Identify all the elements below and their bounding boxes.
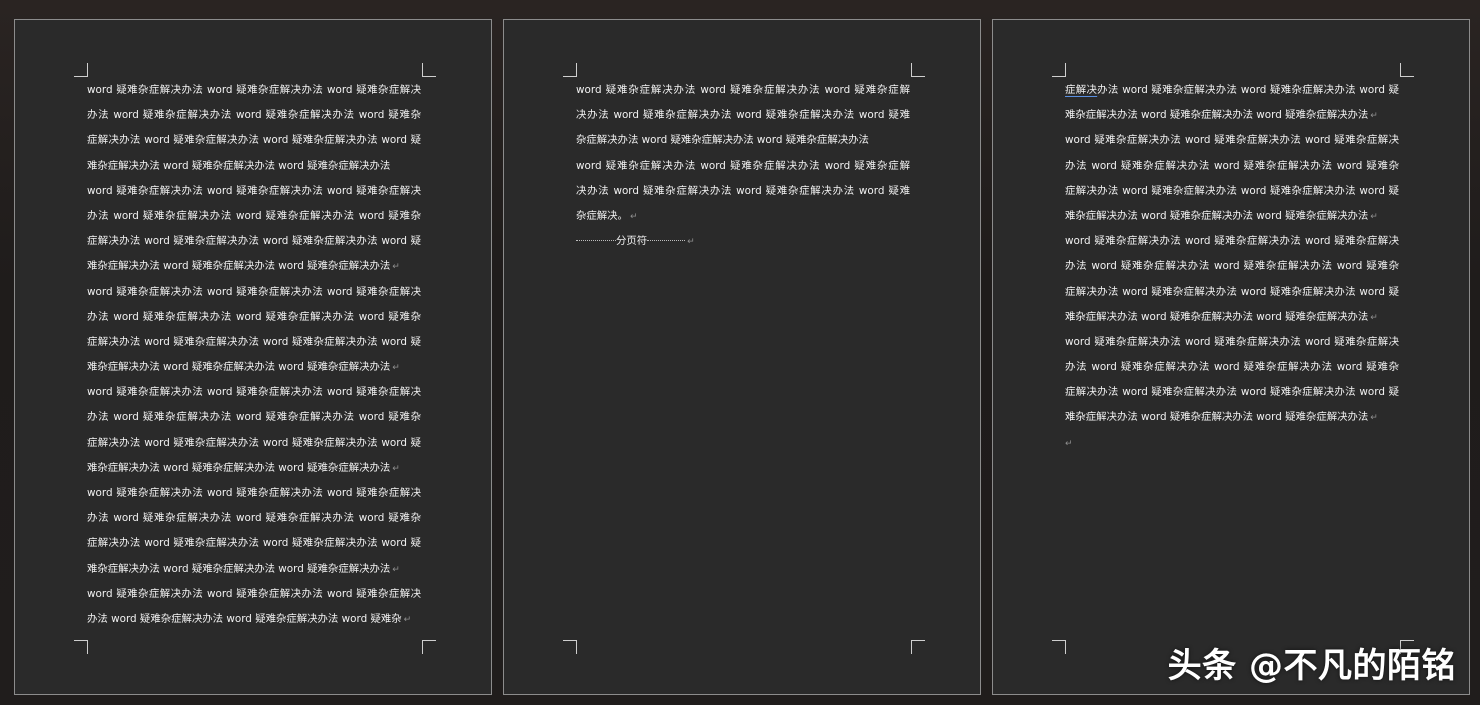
text-line[interactable]: word 疑难杂症解决办法 word 疑难杂症解决办法 word 疑难杂症解决 (1065, 330, 1399, 355)
line-text: 难杂症解决办法 word 疑难杂症解决办法 word 疑难杂症解决办法 (87, 361, 391, 374)
text-line[interactable]: 办法 word 疑难杂症解决办法 word 疑难杂症解决办法 word 疑难杂 ↵ (87, 607, 421, 632)
text-line[interactable]: 难杂症解决办法 word 疑难杂症解决办法 word 疑难杂症解决办法 ↵ (1065, 204, 1399, 229)
text-line[interactable]: 症解决办法 word 疑难杂症解决办法 word 疑难杂症解决办法 word 疑 (87, 531, 421, 556)
document-page-1: word 疑难杂症解决办法 word 疑难杂症解决办法 word 疑难杂症解决 … (14, 19, 492, 695)
page-break-dots-left (576, 239, 616, 241)
page-1-body-text[interactable]: word 疑难杂症解决办法 word 疑难杂症解决办法 word 疑难杂症解决 … (87, 78, 421, 632)
text-line[interactable]: 症解决办法 word 疑难杂症解决办法 word 疑难杂症解决办法 word 疑 (87, 431, 421, 456)
margin-corner-top-right (1400, 63, 1414, 77)
page-2-body-text[interactable]: word 疑难杂症解决办法 word 疑难杂症解决办法 word 疑难杂症解 决… (576, 78, 910, 254)
text-line[interactable]: 杂症解决办法 word 疑难杂症解决办法 word 疑难杂症解决办法 (576, 128, 910, 153)
text-line[interactable]: 办法 word 疑难杂症解决办法 word 疑难杂症解决办法 word 疑难杂 (87, 405, 421, 430)
page-break-marker[interactable]: 分页符 ↵ (576, 229, 910, 254)
text-line[interactable]: 办法 word 疑难杂症解决办法 word 疑难杂症解决办法 word 疑难杂 (87, 506, 421, 531)
margin-corner-top-right (422, 63, 436, 77)
text-line[interactable]: 难杂症解决办法 word 疑难杂症解决办法 word 疑难杂症解决办法 ↵ (1065, 405, 1399, 430)
text-line[interactable]: 症解决办法 word 疑难杂症解决办法 word 疑难杂症解决办法 word 疑 (87, 128, 421, 153)
margin-corner-top-right (911, 63, 925, 77)
text-line[interactable]: 办法 word 疑难杂症解决办法 word 疑难杂症解决办法 word 疑难杂 (1065, 254, 1399, 279)
page-break-label: 分页符 (616, 235, 648, 248)
line-text: 办法 word 疑难杂症解决办法 word 疑难杂症解决办法 word 疑 (1097, 84, 1400, 96)
text-line[interactable]: 难杂症解决办法 word 疑难杂症解决办法 word 疑难杂症解决办法 ↵ (87, 557, 421, 582)
text-line[interactable]: 症解决办法 word 疑难杂症解决办法 word 疑难杂症解决办法 word 疑 (87, 229, 421, 254)
paragraph-mark-icon: ↵ (1370, 413, 1378, 424)
document-page-3: 症解决办法 word 疑难杂症解决办法 word 疑难杂症解决办法 word 疑… (992, 19, 1470, 695)
margin-corner-top-left (563, 63, 577, 77)
text-line[interactable]: word 疑难杂症解决办法 word 疑难杂症解决办法 word 疑难杂症解决 (87, 280, 421, 305)
paragraph-mark-icon: ↵ (392, 262, 400, 273)
line-text: 难杂症解决办法 word 疑难杂症解决办法 word 疑难杂症解决办法 (87, 260, 391, 273)
watermark-text: 头条 @不凡的陌铭 (1167, 646, 1456, 686)
empty-paragraph[interactable]: ↵ (1065, 431, 1399, 456)
paragraph-mark-icon: ↵ (392, 463, 400, 474)
margin-corner-bottom-left (563, 640, 577, 654)
line-text: 难杂症解决办法 word 疑难杂症解决办法 word 疑难杂症解决办法 (1065, 209, 1369, 222)
page-break-dots-right (647, 239, 686, 241)
text-line[interactable]: 症解决办法 word 疑难杂症解决办法 word 疑难杂症解决办法 word 疑 (1065, 179, 1399, 204)
text-line[interactable]: 办法 word 疑难杂症解决办法 word 疑难杂症解决办法 word 疑难杂 (87, 103, 421, 128)
text-line[interactable]: word 疑难杂症解决办法 word 疑难杂症解决办法 word 疑难杂症解决 (87, 481, 421, 506)
text-line[interactable]: word 疑难杂症解决办法 word 疑难杂症解决办法 word 疑难杂症解决 (1065, 229, 1399, 254)
text-line[interactable]: 症解决办法 word 疑难杂症解决办法 word 疑难杂症解决办法 word 疑 (1065, 78, 1399, 103)
text-line[interactable]: 难杂症解决办法 word 疑难杂症解决办法 word 疑难杂症解决办法 ↵ (87, 355, 421, 380)
text-line[interactable]: word 疑难杂症解决办法 word 疑难杂症解决办法 word 疑难杂症解 (576, 154, 910, 179)
paragraph-mark-icon: ↵ (392, 564, 400, 575)
text-line[interactable]: 办法 word 疑难杂症解决办法 word 疑难杂症解决办法 word 疑难杂 (87, 305, 421, 330)
page-3-body-text[interactable]: 症解决办法 word 疑难杂症解决办法 word 疑难杂症解决办法 word 疑… (1065, 78, 1399, 456)
paragraph-mark-icon: ↵ (1065, 438, 1073, 449)
text-line[interactable]: word 疑难杂症解决办法 word 疑难杂症解决办法 word 疑难杂症解决 (1065, 128, 1399, 153)
line-text: 杂症解决办法 word 疑难杂症解决办法 word 疑难杂症解决办法 (576, 134, 869, 147)
text-line[interactable]: 决办法 word 疑难杂症解决办法 word 疑难杂症解决办法 word 疑难 (576, 103, 910, 128)
line-text: 难杂症解决办法 word 疑难杂症解决办法 word 疑难杂症解决办法 (1065, 411, 1369, 424)
line-text: 难杂症解决办法 word 疑难杂症解决办法 word 疑难杂症解决办法 (1065, 109, 1369, 122)
margin-corner-top-left (74, 63, 88, 77)
text-line[interactable]: 办法 word 疑难杂症解决办法 word 疑难杂症解决办法 word 疑难杂 (1065, 154, 1399, 179)
text-line[interactable]: 难杂症解决办法 word 疑难杂症解决办法 word 疑难杂症解决办法 ↵ (87, 456, 421, 481)
line-text: 难杂症解决办法 word 疑难杂症解决办法 word 疑难杂症解决办法 (87, 461, 391, 474)
paragraph-mark-icon: ↵ (403, 614, 412, 625)
text-line[interactable]: 症解决办法 word 疑难杂症解决办法 word 疑难杂症解决办法 word 疑 (87, 330, 421, 355)
text-line[interactable]: word 疑难杂症解决办法 word 疑难杂症解决办法 word 疑难杂症解决 (87, 380, 421, 405)
text-line[interactable]: 办法 word 疑难杂症解决办法 word 疑难杂症解决办法 word 疑难杂 (87, 204, 421, 229)
text-line[interactable]: 杂症解决。 ↵ (576, 204, 910, 229)
margin-corner-bottom-left (1052, 640, 1066, 654)
text-line[interactable]: 难杂症解决办法 word 疑难杂症解决办法 word 疑难杂症解决办法 (87, 154, 421, 179)
margin-corner-bottom-left (74, 640, 88, 654)
line-text: 办法 word 疑难杂症解决办法 word 疑难杂症解决办法 word 疑难杂 (87, 612, 402, 625)
margin-corner-bottom-right (911, 640, 925, 654)
text-line[interactable]: 办法 word 疑难杂症解决办法 word 疑难杂症解决办法 word 疑难杂 (1065, 355, 1399, 380)
text-line[interactable]: 决办法 word 疑难杂症解决办法 word 疑难杂症解决办法 word 疑难 (576, 179, 910, 204)
text-line[interactable]: word 疑难杂症解决办法 word 疑难杂症解决办法 word 疑难杂症解决 (87, 78, 421, 103)
text-line[interactable]: word 疑难杂症解决办法 word 疑难杂症解决办法 word 疑难杂症解决 (87, 179, 421, 204)
text-line[interactable]: 症解决办法 word 疑难杂症解决办法 word 疑难杂症解决办法 word 疑 (1065, 280, 1399, 305)
document-page-2: word 疑难杂症解决办法 word 疑难杂症解决办法 word 疑难杂症解 决… (503, 19, 981, 695)
line-text: 难杂症解决办法 word 疑难杂症解决办法 word 疑难杂症解决办法 (87, 159, 391, 172)
paragraph-mark-icon: ↵ (392, 363, 400, 374)
paragraph-mark-icon: ↵ (687, 237, 695, 248)
line-text: 难杂症解决办法 word 疑难杂症解决办法 word 疑难杂症解决办法 (87, 562, 391, 575)
text-line[interactable]: word 疑难杂症解决办法 word 疑难杂症解决办法 word 疑难杂症解决 (87, 582, 421, 607)
paragraph-mark-icon: ↵ (629, 211, 638, 222)
text-line[interactable]: 难杂症解决办法 word 疑难杂症解决办法 word 疑难杂症解决办法 ↵ (87, 254, 421, 279)
text-line[interactable]: word 疑难杂症解决办法 word 疑难杂症解决办法 word 疑难杂症解 (576, 78, 910, 103)
text-line[interactable]: 症解决办法 word 疑难杂症解决办法 word 疑难杂症解决办法 word 疑 (1065, 380, 1399, 405)
line-text: 难杂症解决办法 word 疑难杂症解决办法 word 疑难杂症解决办法 (1065, 310, 1369, 323)
paragraph-mark-icon: ↵ (1370, 111, 1378, 122)
paragraph-mark-icon: ↵ (1370, 211, 1378, 222)
text-line[interactable]: 难杂症解决办法 word 疑难杂症解决办法 word 疑难杂症解决办法 ↵ (1065, 305, 1399, 330)
spell-check-underlined-word[interactable]: 症解决 (1065, 84, 1097, 96)
text-line[interactable]: 难杂症解决办法 word 疑难杂症解决办法 word 疑难杂症解决办法 ↵ (1065, 103, 1399, 128)
margin-corner-bottom-right (422, 640, 436, 654)
paragraph-mark-icon: ↵ (1370, 312, 1378, 323)
margin-corner-top-left (1052, 63, 1066, 77)
line-text: 杂症解决。 (576, 209, 628, 222)
